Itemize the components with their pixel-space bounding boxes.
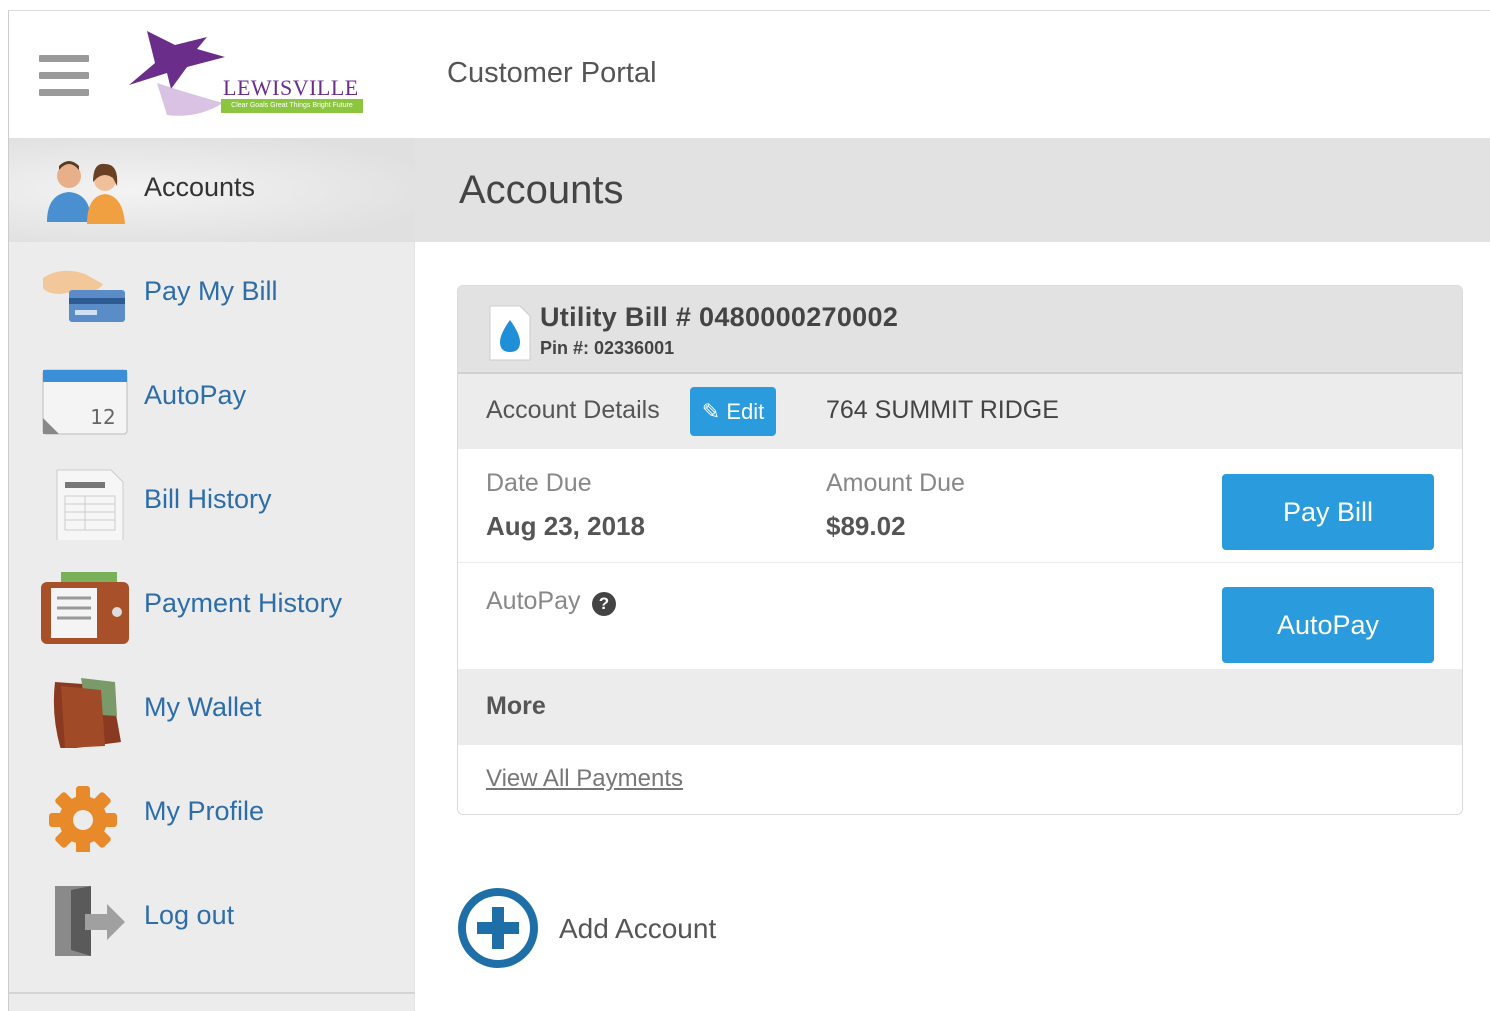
more-section-header: More (458, 669, 1462, 745)
sidebar-item-label: Log out (144, 900, 235, 930)
logout-icon (55, 886, 125, 956)
svg-text:12: 12 (90, 405, 115, 429)
page-title: Accounts (459, 168, 624, 212)
pay-bill-button[interactable]: Pay Bill (1222, 474, 1434, 550)
help-icon[interactable]: ? (592, 592, 616, 616)
add-account-button[interactable]: Add Account (457, 887, 757, 971)
sidebar: Accounts Pay My Bill 12 AutoPay Bill His… (9, 138, 415, 1011)
sidebar-item-accounts[interactable]: Accounts (9, 138, 415, 242)
autopay-label: AutoPay (486, 587, 581, 615)
sidebar-item-label: Payment History (144, 588, 343, 618)
sidebar-item-my-wallet[interactable]: My Wallet (9, 658, 415, 762)
account-details-label: Account Details (486, 396, 660, 424)
pencil-icon: ✎ (701, 399, 721, 424)
sidebar-item-pay-my-bill[interactable]: Pay My Bill (9, 242, 415, 346)
hamburger-menu-icon[interactable] (39, 55, 89, 97)
amount-due-value: $89.02 (826, 511, 906, 541)
account-pin: Pin #: 02336001 (540, 338, 675, 358)
edit-button-label: Edit (726, 399, 765, 424)
autopay-button[interactable]: AutoPay (1222, 587, 1434, 663)
sidebar-item-label: AutoPay (144, 380, 247, 410)
accounts-icon (47, 161, 125, 224)
invoice-icon (56, 469, 124, 540)
sidebar-item-label: My Profile (144, 796, 265, 826)
more-links-row: View All Payments (458, 745, 1462, 814)
wallet-icon (53, 678, 121, 748)
logo-text: LEWISVILLE (223, 75, 359, 100)
header-brand-area: LEWISVILLE Clear Goals Great Things Brig… (9, 11, 415, 138)
amount-due-row: Date Due Aug 23, 2018 Amount Due $89.02 … (458, 449, 1462, 563)
sidebar-item-label: Bill History (144, 484, 272, 514)
account-details-row: Account Details ✎ Edit 764 SUMMIT RIDGE (458, 374, 1462, 449)
sidebar-item-label: Pay My Bill (144, 276, 278, 306)
sidebar-item-autopay[interactable]: 12 AutoPay (9, 346, 415, 450)
gear-icon (49, 786, 117, 852)
water-drop-icon (489, 305, 531, 361)
date-due-value: Aug 23, 2018 (486, 511, 645, 541)
account-card: Utility Bill # 0480000270002 Pin #: 0233… (457, 285, 1463, 815)
bird-logo-icon (129, 31, 225, 116)
date-due-label: Date Due (486, 469, 592, 497)
service-address: 764 SUMMIT RIDGE (826, 396, 1059, 424)
edit-button[interactable]: ✎ Edit (690, 387, 776, 436)
pay-bill-icon (43, 270, 125, 322)
sidebar-item-log-out[interactable]: Log out (9, 866, 415, 970)
page-title-bar: Accounts (415, 138, 1490, 242)
sidebar-item-label: My Wallet (144, 692, 262, 722)
autopay-row: AutoPay ? AutoPay (458, 563, 1462, 669)
sidebar-item-my-profile[interactable]: My Profile (9, 762, 415, 866)
more-label: More (486, 692, 546, 720)
sidebar-item-payment-history[interactable]: Payment History (9, 554, 415, 658)
add-account-label: Add Account (559, 913, 717, 944)
page-header-title: Customer Portal (447, 57, 657, 89)
lewisville-logo[interactable]: LEWISVILLE Clear Goals Great Things Brig… (127, 23, 367, 127)
sidebar-divider (9, 992, 415, 994)
view-all-payments-link[interactable]: View All Payments (486, 765, 683, 793)
add-circle-icon (458, 888, 538, 968)
app-frame: LEWISVILLE Clear Goals Great Things Brig… (8, 10, 1490, 1011)
calendar-icon: 12 (42, 369, 128, 435)
sidebar-item-bill-history[interactable]: Bill History (9, 450, 415, 554)
payment-history-icon (41, 572, 129, 644)
amount-due-label: Amount Due (826, 469, 965, 497)
sidebar-item-label: Accounts (144, 172, 256, 202)
account-card-header: Utility Bill # 0480000270002 Pin #: 0233… (458, 286, 1462, 374)
utility-bill-number: Utility Bill # 0480000270002 (540, 302, 899, 332)
logo-tagline: Clear Goals Great Things Bright Future (221, 99, 363, 113)
